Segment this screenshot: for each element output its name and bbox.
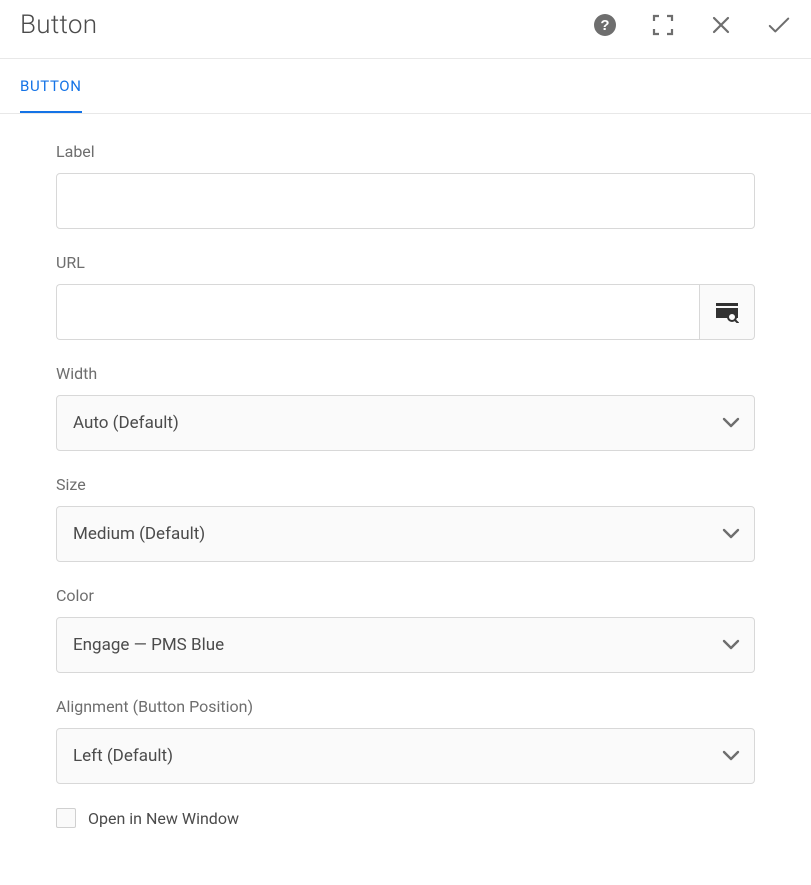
field-size: Size Medium (Default) (56, 475, 755, 562)
field-new-window: Open in New Window (56, 808, 755, 828)
field-alignment: Alignment (Button Position) Left (Defaul… (56, 697, 755, 784)
width-select[interactable]: Auto (Default) (56, 395, 755, 451)
label-size: Size (56, 475, 755, 494)
label-alignment: Alignment (Button Position) (56, 697, 755, 716)
chevron-down-icon (722, 746, 740, 766)
alignment-select-value: Left (Default) (73, 746, 173, 766)
button-edit-dialog: Button ? BUTTON Label (0, 0, 811, 868)
chevron-down-icon (722, 635, 740, 655)
field-color: Color Engage — PMS Blue (56, 586, 755, 673)
chevron-down-icon (722, 524, 740, 544)
size-select[interactable]: Medium (Default) (56, 506, 755, 562)
dialog-title: Button (20, 10, 593, 40)
field-url: URL (56, 253, 755, 340)
field-label: Label (56, 142, 755, 229)
close-icon (711, 15, 731, 35)
cancel-button[interactable] (709, 13, 733, 37)
dialog-body: Label URL Width Auto (Default (0, 114, 811, 868)
color-select[interactable]: Engage — PMS Blue (56, 617, 755, 673)
label-url: URL (56, 253, 755, 272)
label-input[interactable] (56, 173, 755, 229)
color-select-value: Engage — PMS Blue (73, 635, 224, 655)
svg-text:?: ? (600, 17, 609, 34)
label-width: Width (56, 364, 755, 383)
new-window-checkbox[interactable] (56, 808, 76, 828)
field-width: Width Auto (Default) (56, 364, 755, 451)
url-input-group (56, 284, 755, 340)
check-icon (767, 14, 791, 36)
label-color: Color (56, 586, 755, 605)
chevron-down-icon (722, 413, 740, 433)
dialog-header: Button ? (0, 0, 811, 59)
fullscreen-icon (652, 14, 674, 36)
tab-button[interactable]: BUTTON (20, 59, 82, 113)
help-button[interactable]: ? (593, 13, 617, 37)
help-icon: ? (594, 14, 616, 36)
new-window-label: Open in New Window (88, 809, 239, 828)
width-select-value: Auto (Default) (73, 413, 179, 433)
url-browse-button[interactable] (699, 284, 755, 340)
label-label: Label (56, 142, 755, 161)
size-select-value: Medium (Default) (73, 524, 205, 544)
alignment-select[interactable]: Left (Default) (56, 728, 755, 784)
url-input[interactable] (56, 284, 699, 340)
dialog-header-actions: ? (593, 13, 791, 37)
fullscreen-button[interactable] (651, 13, 675, 37)
done-button[interactable] (767, 13, 791, 37)
dialog-tabs: BUTTON (0, 59, 811, 114)
folder-search-icon (715, 301, 739, 323)
